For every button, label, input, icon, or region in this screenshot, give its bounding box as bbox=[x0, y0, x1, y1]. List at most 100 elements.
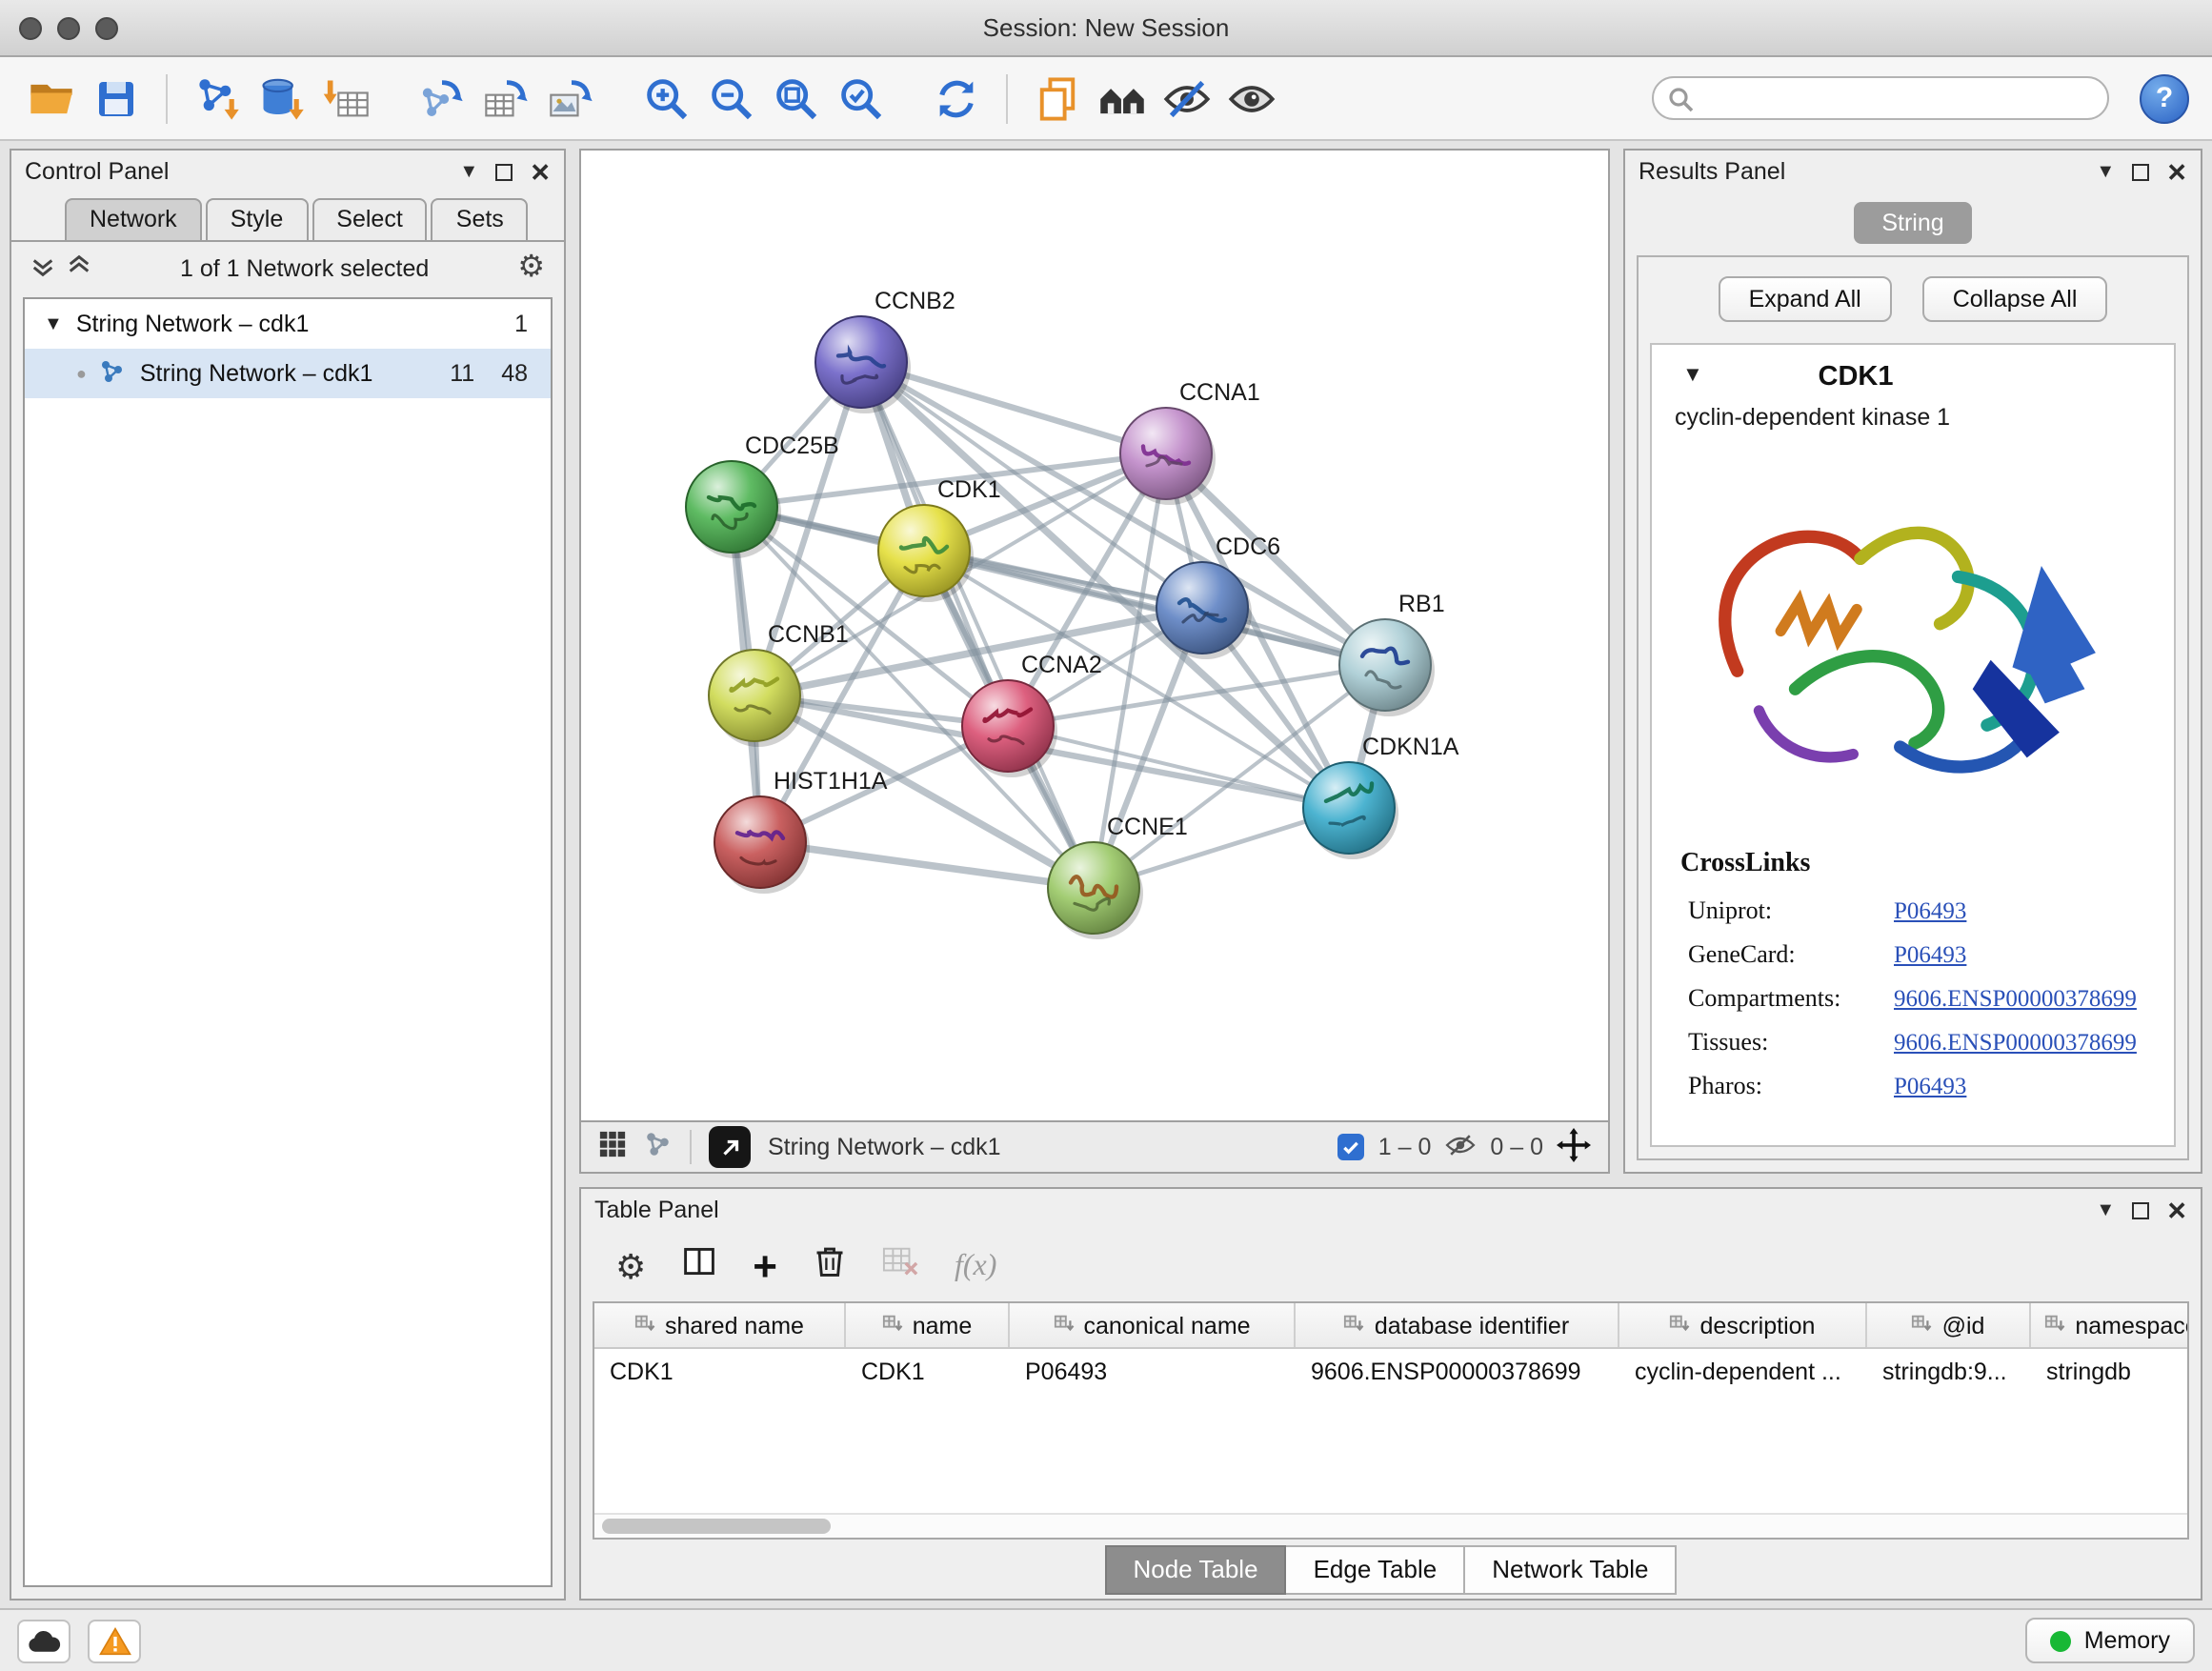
zoom-out-button[interactable] bbox=[703, 70, 760, 127]
warning-button[interactable] bbox=[88, 1619, 141, 1662]
copy-document-button[interactable] bbox=[1029, 70, 1086, 127]
network-share-icon[interactable] bbox=[644, 1130, 673, 1164]
show-all-button[interactable] bbox=[1223, 70, 1280, 127]
first-neighbors-button[interactable] bbox=[1094, 70, 1151, 127]
crosslink-link[interactable]: P06493 bbox=[1894, 1073, 1966, 1101]
panel-close-icon[interactable]: ✕ bbox=[530, 159, 551, 184]
scrollbar-thumb[interactable] bbox=[602, 1519, 831, 1534]
collapse-all-button[interactable]: Collapse All bbox=[1922, 276, 2108, 322]
open-session-button[interactable] bbox=[23, 70, 80, 127]
network-edge[interactable] bbox=[760, 842, 1094, 888]
column-header-shared-name[interactable]: shared name bbox=[594, 1303, 846, 1347]
minimize-window-button[interactable] bbox=[57, 16, 80, 39]
zoom-fit-button[interactable] bbox=[768, 70, 825, 127]
sort-icon bbox=[2044, 1312, 2065, 1339]
tab-sets[interactable]: Sets bbox=[432, 198, 529, 240]
zoom-in-button[interactable] bbox=[638, 70, 695, 127]
column-header-canonical-name[interactable]: canonical name bbox=[1010, 1303, 1296, 1347]
selected-checkbox-icon[interactable] bbox=[1338, 1134, 1365, 1160]
panel-close-icon[interactable]: ✕ bbox=[2166, 1198, 2187, 1222]
close-window-button[interactable] bbox=[19, 16, 42, 39]
birdseye-grid-icon[interactable] bbox=[598, 1130, 627, 1164]
table-row[interactable]: CDK1CDK1P064939606.ENSP00000378699cyclin… bbox=[594, 1349, 2187, 1393]
tab-string[interactable]: String bbox=[1853, 202, 1972, 244]
tab-edge-table[interactable]: Edge Table bbox=[1287, 1544, 1466, 1594]
table-cell[interactable]: CDK1 bbox=[846, 1349, 1010, 1393]
panel-menu-icon[interactable]: ▼ bbox=[2096, 1199, 2115, 1220]
pan-crosshair-icon[interactable] bbox=[1557, 1127, 1591, 1167]
open-external-button[interactable] bbox=[709, 1126, 751, 1168]
save-session-button[interactable] bbox=[88, 70, 145, 127]
function-builder-icon[interactable]: f(x) bbox=[955, 1249, 996, 1283]
network-canvas[interactable]: CCNB2CCNA1CDC25BCDK1CDC6RB1CCNB1CCNA2CDK… bbox=[581, 151, 1608, 1120]
column-header-database-identifier[interactable]: database identifier bbox=[1296, 1303, 1619, 1347]
tab-network[interactable]: Network bbox=[65, 198, 202, 240]
tree-expand-icon[interactable]: ▼ bbox=[44, 313, 63, 334]
panel-float-icon[interactable] bbox=[2132, 1201, 2149, 1218]
table-cell[interactable]: P06493 bbox=[1010, 1349, 1296, 1393]
column-header-description[interactable]: description bbox=[1619, 1303, 1867, 1347]
collapse-all-networks-icon[interactable] bbox=[30, 252, 55, 283]
table-cell[interactable]: stringdb bbox=[2031, 1349, 2187, 1393]
panel-float-icon[interactable] bbox=[495, 163, 513, 180]
network-node-cdkn1a[interactable]: CDKN1A bbox=[1303, 734, 1459, 859]
horizontal-scrollbar[interactable] bbox=[594, 1513, 2187, 1538]
export-table-button[interactable] bbox=[478, 70, 535, 127]
tab-network-table[interactable]: Network Table bbox=[1465, 1544, 1677, 1594]
column-header-name[interactable]: name bbox=[846, 1303, 1010, 1347]
network-node-cdk1[interactable]: CDK1 bbox=[878, 476, 1001, 602]
help-button[interactable]: ? bbox=[2140, 73, 2189, 123]
panel-menu-icon[interactable]: ▼ bbox=[459, 161, 478, 182]
import-table-file-button[interactable] bbox=[318, 70, 375, 127]
table-cell[interactable]: stringdb:9... bbox=[1867, 1349, 2031, 1393]
network-edge[interactable] bbox=[861, 362, 1094, 888]
cloud-button[interactable] bbox=[17, 1619, 70, 1662]
column-label: shared name bbox=[665, 1312, 804, 1339]
export-image-button[interactable] bbox=[543, 70, 600, 127]
new-network-selection-button[interactable] bbox=[413, 70, 471, 127]
panel-menu-icon[interactable]: ▼ bbox=[2096, 161, 2115, 182]
crosslink-link[interactable]: 9606.ENSP00000378699 bbox=[1894, 985, 2137, 1014]
crosslink-link[interactable]: 9606.ENSP00000378699 bbox=[1894, 1029, 2137, 1057]
hidden-eye-icon[interactable] bbox=[1444, 1131, 1477, 1163]
zoom-selected-button[interactable] bbox=[833, 70, 890, 127]
network-collection-row[interactable]: ▼ String Network – cdk1 1 bbox=[25, 299, 551, 349]
collapse-section-icon[interactable]: ▼ bbox=[1682, 364, 1703, 387]
panel-close-icon[interactable]: ✕ bbox=[2166, 159, 2187, 184]
control-panel-title: Control Panel bbox=[25, 158, 170, 185]
collection-count: 1 bbox=[514, 311, 528, 337]
hide-selected-button[interactable] bbox=[1158, 70, 1216, 127]
add-column-icon[interactable]: + bbox=[753, 1245, 777, 1287]
crosslink-link[interactable]: P06493 bbox=[1894, 941, 1966, 970]
search-input[interactable] bbox=[1652, 76, 2109, 120]
import-network-database-button[interactable] bbox=[253, 70, 311, 127]
network-row[interactable]: ● String Network – cdk1 11 48 bbox=[25, 349, 551, 398]
table-options-gear-icon[interactable]: ⚙ bbox=[615, 1249, 646, 1283]
table-cell[interactable]: cyclin-dependent ... bbox=[1619, 1349, 1867, 1393]
expand-all-networks-icon[interactable] bbox=[67, 252, 91, 283]
network-options-gear-icon[interactable]: ⚙ bbox=[517, 252, 545, 283]
show-columns-icon[interactable] bbox=[682, 1244, 716, 1288]
memory-button[interactable]: Memory bbox=[2025, 1618, 2195, 1663]
column-header-namespace[interactable]: namespace bbox=[2031, 1303, 2187, 1347]
apply-layout-button[interactable] bbox=[928, 70, 985, 127]
network-view[interactable]: CCNB2CCNA1CDC25BCDK1CDC6RB1CCNB1CCNA2CDK… bbox=[579, 149, 1610, 1120]
table-cell[interactable]: CDK1 bbox=[594, 1349, 846, 1393]
delete-column-icon[interactable] bbox=[814, 1244, 846, 1288]
crosslink-link[interactable]: P06493 bbox=[1894, 897, 1966, 926]
tab-select[interactable]: Select bbox=[312, 198, 428, 240]
maximize-window-button[interactable] bbox=[95, 16, 118, 39]
selected-counter: 1 – 0 bbox=[1378, 1134, 1432, 1160]
column-header--id[interactable]: @id bbox=[1867, 1303, 2031, 1347]
tab-style[interactable]: Style bbox=[206, 198, 309, 240]
network-node-ccna1[interactable]: CCNA1 bbox=[1120, 379, 1260, 505]
network-node-ccnb2[interactable]: CCNB2 bbox=[815, 288, 955, 413]
network-node-hist1h1a[interactable]: HIST1H1A bbox=[714, 768, 888, 894]
tab-node-table[interactable]: Node Table bbox=[1104, 1544, 1286, 1594]
network-node-rb1[interactable]: RB1 bbox=[1339, 591, 1445, 716]
panel-float-icon[interactable] bbox=[2132, 163, 2149, 180]
network-node-label: CCNB2 bbox=[875, 288, 955, 314]
expand-all-button[interactable]: Expand All bbox=[1719, 276, 1892, 322]
table-cell[interactable]: 9606.ENSP00000378699 bbox=[1296, 1349, 1619, 1393]
import-network-file-button[interactable] bbox=[189, 70, 246, 127]
